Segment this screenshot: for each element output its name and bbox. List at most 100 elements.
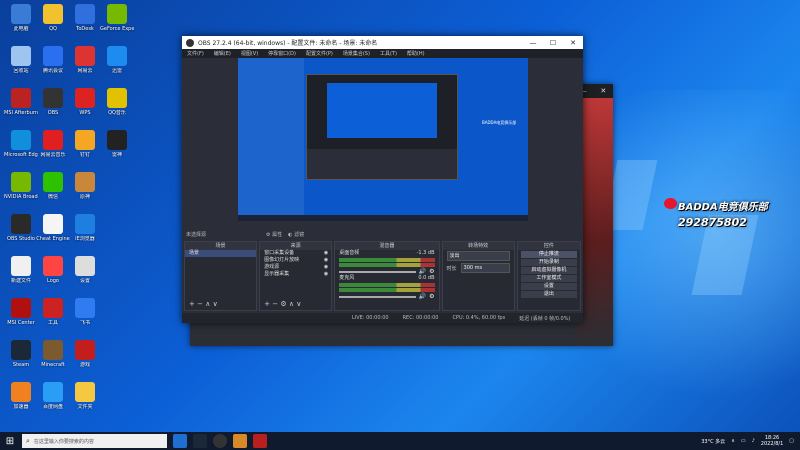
desktop-icon[interactable]: Logo [36,256,70,284]
source-item[interactable]: 显示器采集 ◉ [260,271,331,278]
rec-status: REC: 00:00:00 [402,315,439,321]
eye-icon[interactable]: ◉ [324,250,328,257]
app-taskbar-icon[interactable] [233,434,247,448]
desktop-icon[interactable]: 雷神 [100,130,134,158]
menu-item[interactable]: 工具(T) [380,50,397,57]
remove-icon[interactable]: − [197,300,203,308]
network-icon[interactable]: ▭ [741,438,746,444]
volume-meter [339,263,435,267]
source-item[interactable]: 窗口采集设备 ◉ [260,250,331,257]
control-button[interactable]: 设置 [520,283,578,290]
down-icon[interactable]: ∨ [296,300,301,308]
up-icon[interactable]: ∧ [205,300,210,308]
desktop-icon[interactable]: 网易云音乐 [36,130,70,158]
desktop-icon[interactable]: 此电脑 [4,4,38,32]
desktop-icon[interactable]: QQ音乐 [100,88,134,116]
taskbar-search[interactable]: ⌕ 在这里输入你要搜索的内容 [22,434,167,448]
down-icon[interactable]: ∨ [213,300,218,308]
transition-select[interactable]: 淡出 [446,251,510,261]
desktop-icon-label: 微信 [47,194,58,200]
desktop-icon[interactable]: 微信 [36,172,70,200]
close-icon[interactable]: ✕ [600,87,606,95]
menu-item[interactable]: 场景集合(S) [343,50,370,57]
desktop-icon[interactable]: WPS [68,88,102,116]
desktop-icon[interactable]: 钉钉 [68,130,102,158]
eye-icon[interactable]: ◉ [324,257,328,264]
menu-item[interactable]: 编辑(E) [214,50,231,57]
menu-item[interactable]: 配置文件(P) [306,50,333,57]
desktop-icon[interactable]: Microsoft Edge [4,130,38,158]
desktop-icon[interactable]: 工具 [36,298,70,326]
desktop-icon[interactable]: ToDesk [68,4,102,32]
duration-input[interactable]: 300 ms [460,263,510,273]
eye-icon[interactable]: ◉ [324,264,328,271]
volume-icon[interactable]: ♪ [752,438,755,444]
clock[interactable]: 18:26 2022/8/1 [761,435,783,447]
desktop-icon[interactable]: 飞书 [68,298,102,326]
weather[interactable]: 33°C 多云 [701,438,725,445]
source-item[interactable]: 图像幻灯片放映 ◉ [260,257,331,264]
desktop-icon[interactable]: MSI Afterburner [4,88,38,116]
desktop-icon[interactable]: Steam [4,340,38,368]
control-button[interactable]: 退出 [520,291,578,298]
minimize-button[interactable]: — [523,39,543,47]
volume-slider[interactable] [339,270,416,273]
tray-arrow-icon[interactable]: ∧ [731,438,735,444]
obs-taskbar-icon[interactable] [213,434,227,448]
windows-start-icon[interactable]: ⊞ [0,432,20,450]
add-icon[interactable]: + [189,300,195,308]
taskview-icon[interactable] [173,434,187,448]
desktop-icon[interactable]: 原神 [68,172,102,200]
properties-button[interactable]: ⚙ 属性 [266,231,282,238]
live-status: LIVE: 00:00:00 [352,315,389,321]
maximize-button[interactable]: ☐ [543,39,563,47]
speaker-icon[interactable]: 🔊 [419,293,426,300]
desktop-icon[interactable]: NVIDIA Broadcast [4,172,38,200]
steam-taskbar-icon[interactable] [193,434,207,448]
desktop-icon[interactable]: 文件夹 [68,382,102,410]
eye-icon[interactable]: ◉ [324,271,328,278]
desktop-icon-label: ToDesk [76,26,94,32]
up-icon[interactable]: ∧ [289,300,294,308]
desktop-icon[interactable]: 游戏 [68,340,102,368]
control-button[interactable]: 停止推流 [520,251,578,258]
desktop-icon[interactable]: 新建文件 [4,256,38,284]
desktop-icon[interactable]: 回收站 [4,46,38,74]
close-button[interactable]: ✕ [563,39,583,47]
app2-taskbar-icon[interactable] [253,434,267,448]
control-button[interactable]: 启动虚拟摄像机 [520,267,578,274]
desktop-icon[interactable]: QQ [36,4,70,32]
menu-item[interactable]: 停靠窗口(D) [268,50,296,57]
desktop-icon[interactable]: 百度网盘 [36,382,70,410]
speaker-icon[interactable]: 🔊 [419,268,426,275]
desktop-icon[interactable]: IE浏览器 [68,214,102,242]
gear-icon[interactable]: ⚙ [280,300,286,308]
desktop-icon[interactable]: MSI Center [4,298,38,326]
desktop-icon[interactable]: 腾讯会议 [36,46,70,74]
desktop-icon[interactable]: Minecraft [36,340,70,368]
notification-icon[interactable]: ▢ [789,438,794,444]
control-button[interactable]: 开始录制 [520,259,578,266]
menu-item[interactable]: 文件(F) [187,50,204,57]
obs-preview[interactable]: BADDA电竞俱乐部 [238,58,528,221]
desktop-icon[interactable]: 网易云 [68,46,102,74]
menu-item[interactable]: 视图(V) [241,50,258,57]
scene-item[interactable]: 场景 [185,250,257,257]
control-button[interactable]: 工作室模式 [520,275,578,282]
menu-item[interactable]: 帮助(H) [407,50,425,57]
desktop-icon[interactable]: OBS [36,88,70,116]
desktop-icon[interactable]: GeForce Experience [100,4,134,32]
gear-icon[interactable]: ⚙ [429,268,434,275]
desktop-icon[interactable]: 设置 [68,256,102,284]
desktop-icon[interactable]: 迅雷 [100,46,134,74]
add-icon[interactable]: + [264,300,270,308]
source-item[interactable]: 游戏源 ◉ [260,264,331,271]
remove-icon[interactable]: − [272,300,278,308]
filters-button[interactable]: ◐ 滤镜 [288,231,304,238]
volume-slider[interactable] [339,295,416,298]
desktop-icon[interactable]: OBS Studio [4,214,38,242]
desktop-icon[interactable]: Cheat Engine [36,214,70,242]
desktop-icon[interactable]: 加速器 [4,382,38,410]
taskbar: ⊞ ⌕ 在这里输入你要搜索的内容 33°C 多云 ∧ ▭ ♪ 18:26 202… [0,432,800,450]
gear-icon[interactable]: ⚙ [429,293,434,300]
